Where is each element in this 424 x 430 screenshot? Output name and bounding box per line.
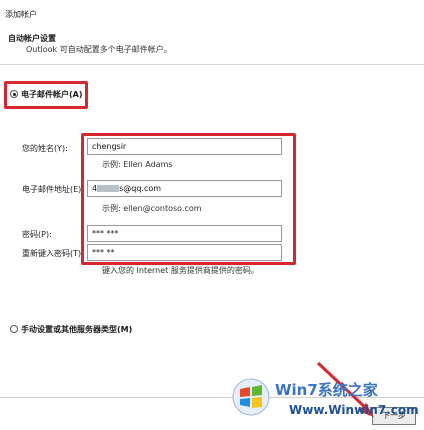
windows-logo-icon: [232, 378, 270, 416]
manual-setup-radio[interactable]: [10, 325, 18, 333]
name-input[interactable]: chengsir: [87, 138, 282, 155]
name-label: 您的姓名(Y):: [22, 144, 68, 153]
email-label: 电子邮件地址(E):: [22, 185, 84, 194]
email-account-label[interactable]: 电子邮件帐户(A): [21, 89, 83, 100]
watermark-url: Www.Winwin7.com: [289, 403, 419, 417]
repassword-input-value: *** **: [92, 248, 115, 257]
password-label: 密码(P):: [22, 230, 52, 239]
email-hint: 示例: ellen@contoso.com: [102, 204, 202, 213]
section-title: 自动帐户设置: [8, 34, 56, 43]
name-input-value: chengsir: [92, 142, 127, 151]
name-hint: 示例: Ellen Adams: [102, 160, 173, 169]
email-account-radio[interactable]: [10, 90, 18, 98]
password-input[interactable]: *** ***: [87, 225, 282, 242]
email-input-suffix: s@qq.com: [119, 184, 162, 193]
repassword-input[interactable]: *** **: [87, 244, 282, 261]
section-subtitle: Outlook 可自动配置多个电子邮件帐户。: [26, 45, 172, 54]
watermark-brand: Win7系统之家: [275, 381, 378, 399]
header-divider: [0, 64, 424, 65]
password-hint: 键入您的 Internet 服务提供商提供的密码。: [102, 266, 259, 275]
email-input[interactable]: 4 s@qq.com: [87, 180, 282, 197]
window-title: 添加帐户: [5, 10, 37, 19]
email-redaction: [97, 185, 120, 192]
manual-setup-label[interactable]: 手动设置或其他服务器类型(M): [21, 324, 132, 335]
repassword-label: 重新键入密码(T):: [22, 249, 84, 258]
watermark: Win7系统之家 Www.Winwin7.com: [231, 373, 421, 423]
password-input-value: *** ***: [92, 229, 119, 238]
